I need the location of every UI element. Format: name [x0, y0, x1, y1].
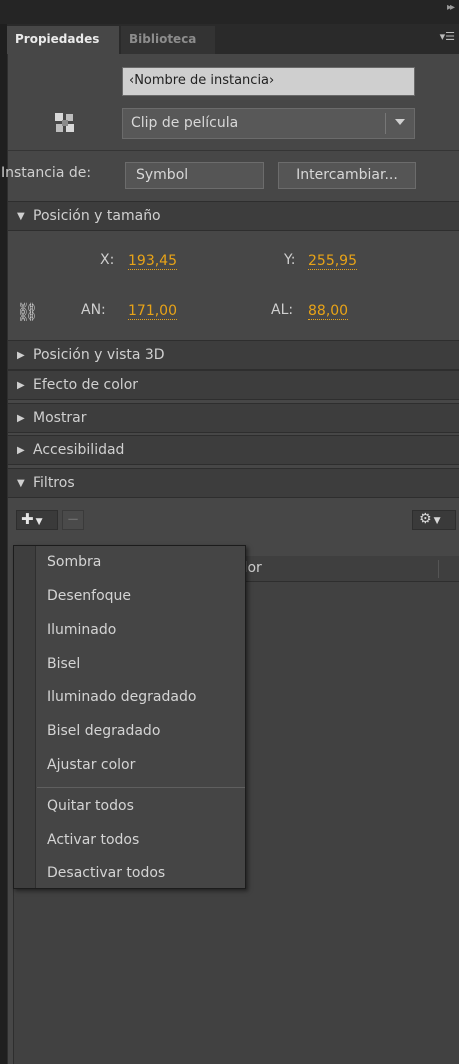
menu-item-bisel-degradado[interactable]: Bisel degradado [47, 723, 160, 739]
tab-biblioteca[interactable]: Biblioteca [121, 26, 215, 54]
chevron-down-icon [395, 119, 405, 125]
height-value[interactable]: 88,00 [308, 303, 349, 320]
menu-item-activar-todos[interactable]: Activar todos [47, 832, 139, 848]
height-label: AL: [271, 302, 294, 318]
collapsed-triangle-icon: ▶ [17, 380, 25, 391]
collapse-panel-icon[interactable]: ▸▸ [447, 2, 455, 13]
instance-of-label: Instancia de: [1, 165, 92, 181]
y-label: Y: [284, 252, 296, 268]
expanded-triangle-icon: ▼ [17, 478, 25, 489]
width-value[interactable]: 171,00 [128, 303, 177, 320]
remove-filter-button[interactable]: − [62, 510, 84, 530]
section-title: Efecto de color [33, 377, 139, 393]
add-filter-menu: Sombra Desenfoque Iluminado Bisel Ilumin… [13, 545, 246, 889]
caret-down-icon: ▼ [35, 517, 43, 527]
menu-item-bisel[interactable]: Bisel [47, 656, 80, 672]
movieclip-symbol-icon [55, 113, 74, 132]
swap-symbol-button[interactable]: Intercambiar... [278, 162, 416, 189]
expanded-triangle-icon: ▼ [17, 211, 25, 222]
column-divider[interactable] [438, 560, 439, 578]
y-value[interactable]: 255,95 [308, 253, 357, 270]
section-position-3d[interactable]: ▶ Posición y vista 3D [8, 340, 459, 370]
collapsed-triangle-icon: ▶ [17, 445, 25, 456]
section-title: Accesibilidad [33, 442, 125, 458]
menu-item-quitar-todos[interactable]: Quitar todos [47, 798, 134, 814]
collapsed-triangle-icon: ▶ [17, 413, 25, 424]
section-filters[interactable]: ▼ Filtros [8, 468, 459, 498]
filter-options-button[interactable]: ⚙ ▼ [412, 510, 456, 530]
x-label: X: [100, 252, 115, 268]
filters-toolbar: ✚ ▼ − ⚙ ▼ [8, 498, 459, 540]
chain-link-icon[interactable]: ⛓ [16, 302, 39, 323]
menu-item-iluminado[interactable]: Iluminado [47, 622, 116, 638]
menu-item-desactivar-todos[interactable]: Desactivar todos [47, 865, 165, 881]
panel-tabs: Propiedades Biblioteca ▾☰ [7, 24, 459, 54]
symbol-type-select[interactable]: Clip de película [122, 108, 415, 139]
menu-item-ajustar-color[interactable]: Ajustar color [47, 757, 135, 773]
symbol-name-button[interactable]: Symbol [125, 162, 264, 189]
section-title: Mostrar [33, 410, 87, 426]
section-accessibility[interactable]: ▶ Accesibilidad [8, 435, 459, 465]
section-title: Filtros [33, 475, 75, 491]
panel-top-strip: ▸▸ [0, 0, 459, 24]
section-display[interactable]: ▶ Mostrar [8, 403, 459, 433]
divider [8, 150, 459, 151]
menu-item-sombra[interactable]: Sombra [47, 554, 101, 570]
menu-separator [37, 787, 245, 788]
menu-item-iluminado-degradado[interactable]: Iluminado degradado [47, 689, 196, 705]
menu-gutter [14, 546, 36, 888]
section-color-effect[interactable]: ▶ Efecto de color [8, 370, 459, 400]
select-divider [385, 113, 386, 134]
section-position-size[interactable]: ▼ Posición y tamaño [8, 201, 459, 231]
section-title: Posición y vista 3D [33, 347, 165, 363]
instance-name-input[interactable]: ‹Nombre de instancia› [122, 67, 415, 96]
x-value[interactable]: 193,45 [128, 253, 177, 270]
caret-down-icon: ▼ [433, 516, 441, 526]
section-title: Posición y tamaño [33, 208, 161, 224]
width-label: AN: [81, 302, 106, 318]
gear-icon: ⚙ [419, 511, 432, 527]
tab-propiedades[interactable]: Propiedades [7, 26, 119, 54]
symbol-type-value: Clip de película [131, 115, 239, 131]
panel-menu-icon[interactable]: ▾☰ [440, 30, 455, 43]
collapsed-triangle-icon: ▶ [17, 350, 25, 361]
menu-item-desenfoque[interactable]: Desenfoque [47, 588, 131, 604]
add-filter-button[interactable]: ✚ ▼ [16, 510, 58, 530]
